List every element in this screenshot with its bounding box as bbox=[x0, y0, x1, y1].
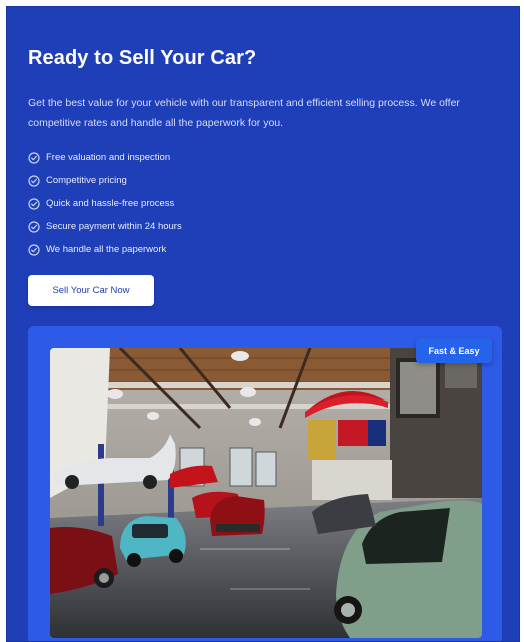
feature-label: Free valuation and inspection bbox=[46, 152, 171, 163]
feature-item: Secure payment within 24 hours bbox=[28, 215, 182, 238]
feature-item: We handle all the paperwork bbox=[28, 238, 182, 261]
check-circle-icon bbox=[28, 197, 40, 210]
feature-list: Free valuation and inspection Competitiv… bbox=[28, 146, 182, 261]
feature-item: Free valuation and inspection bbox=[28, 146, 182, 169]
feature-label: We handle all the paperwork bbox=[46, 244, 167, 255]
sell-your-car-button[interactable]: Sell Your Car Now bbox=[28, 275, 154, 306]
feature-label: Quick and hassle-free process bbox=[46, 198, 175, 209]
check-circle-icon bbox=[28, 220, 40, 233]
check-circle-icon bbox=[28, 243, 40, 256]
check-circle-icon bbox=[28, 174, 40, 187]
check-circle-icon bbox=[28, 151, 40, 164]
image-panel: Fast & Easy bbox=[28, 326, 502, 641]
section-description: Get the best value for your vehicle with… bbox=[28, 97, 460, 129]
feature-item: Competitive pricing bbox=[28, 169, 182, 192]
garage-photo bbox=[50, 348, 482, 638]
sell-car-section: Ready to Sell Your Car? Get the best val… bbox=[6, 6, 520, 642]
fast-easy-badge: Fast & Easy bbox=[416, 338, 492, 363]
feature-label: Secure payment within 24 hours bbox=[46, 221, 182, 232]
feature-label: Competitive pricing bbox=[46, 175, 127, 186]
section-title: Ready to Sell Your Car? bbox=[28, 47, 257, 69]
feature-item: Quick and hassle-free process bbox=[28, 192, 182, 215]
